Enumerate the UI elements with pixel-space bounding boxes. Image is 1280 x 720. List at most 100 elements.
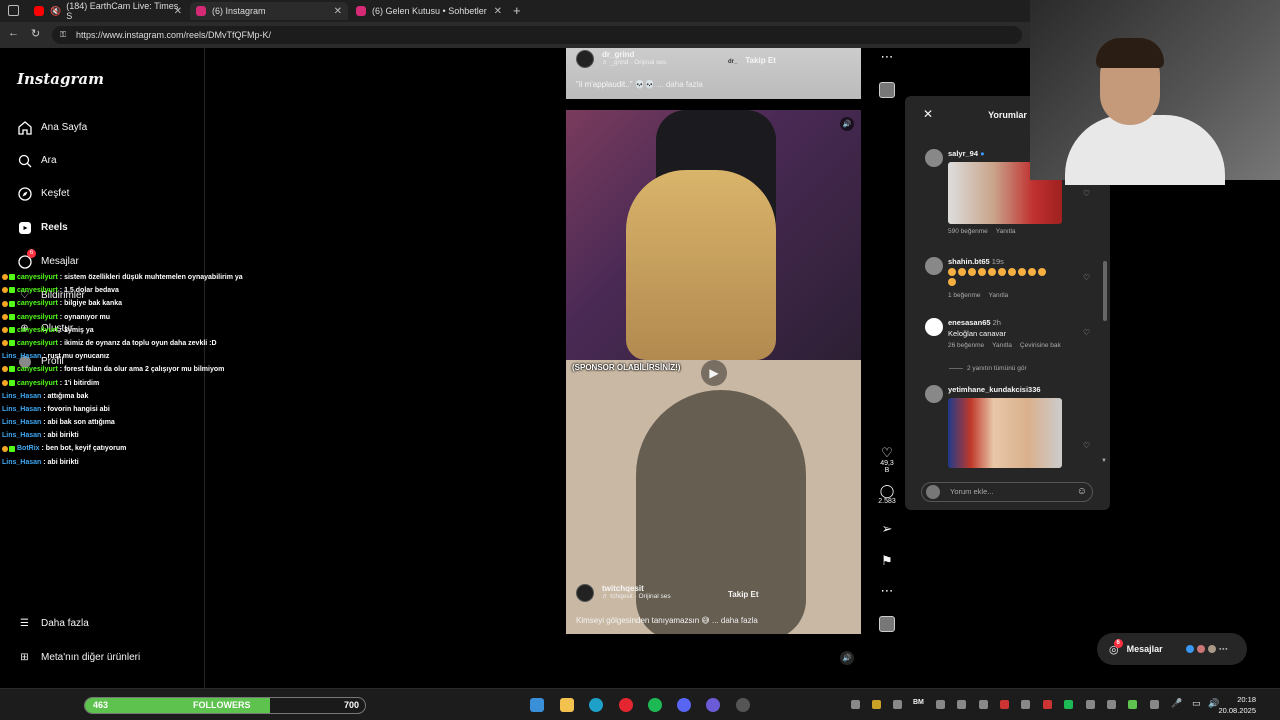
audio-thumbnail[interactable]: [877, 82, 897, 98]
file-explorer-icon[interactable]: [560, 698, 574, 712]
comment-button[interactable]: ◯ 2.583: [877, 484, 897, 506]
emoji-picker-icon[interactable]: ☺: [1077, 483, 1087, 501]
url-field[interactable]: ⚿ https://www.instagram.com/reels/DMvTfQ…: [52, 26, 1022, 44]
discord-icon[interactable]: [677, 698, 691, 712]
tray-icon[interactable]: [893, 700, 902, 709]
save-button[interactable]: ⚑: [877, 554, 897, 568]
new-tab-icon[interactable]: +: [513, 3, 521, 18]
view-replies-link[interactable]: 2 yanıtın tümünü gör: [949, 365, 1027, 372]
nav-messages[interactable]: 6 Mesajlar: [17, 249, 79, 269]
nav-meta-products[interactable]: ⊞ Meta'nın diğer ürünleri: [17, 650, 140, 665]
refresh-icon[interactable]: ↻: [31, 27, 40, 40]
tray-icon[interactable]: [1107, 700, 1116, 709]
more-link[interactable]: ... daha fazla: [712, 616, 758, 625]
play-icon[interactable]: ▶: [701, 360, 727, 386]
comment-likes[interactable]: 26 beğenme: [948, 342, 984, 349]
tray-icon[interactable]: [1000, 700, 1009, 709]
send-icon: ➢: [881, 521, 893, 536]
avatar[interactable]: [925, 385, 943, 403]
reel-current[interactable]: 🔊 (SPONSOR OLABİLİRSİNİZ!) ▶ twitchqesit…: [566, 110, 861, 634]
tab-earthcam[interactable]: 🔇 (184) EarthCam Live: Times S ✕: [28, 1, 188, 21]
comment-heart-icon[interactable]: ♡: [1083, 189, 1090, 198]
comment-image[interactable]: [948, 398, 1062, 468]
nav-explore[interactable]: Keşfet: [17, 186, 69, 201]
comment-heart-icon[interactable]: ♡: [1083, 441, 1090, 450]
app-icon[interactable]: [736, 698, 750, 712]
translate-button[interactable]: Çevirisine bak: [1020, 342, 1061, 349]
close-tab-icon[interactable]: ✕: [334, 6, 342, 17]
reel-caption[interactable]: Kimseyi gölgesinden tanıyamazsın 😅 ... d…: [576, 616, 758, 625]
microphone-icon[interactable]: 🎤: [1171, 698, 1182, 709]
windows-start-icon[interactable]: [530, 698, 544, 712]
reply-button[interactable]: Yanıtla: [992, 342, 1012, 349]
volume-icon[interactable]: 🔊: [840, 651, 854, 665]
reel-audio[interactable]: ♬ tchqesit · Orijinal ses: [602, 593, 671, 600]
instagram-logo[interactable]: Instagram: [17, 70, 104, 88]
reel-author[interactable]: dr_grind ♬ _grind · Orijinal ses: [576, 50, 666, 68]
system-clock[interactable]: 20:18 20.08.2025: [1218, 694, 1256, 716]
mute-tab-icon[interactable]: 🔇: [50, 6, 61, 17]
more-link[interactable]: ... daha fazla: [657, 80, 703, 89]
nav-search[interactable]: Ara: [17, 153, 57, 168]
tray-icon[interactable]: [1021, 700, 1030, 709]
close-tab-icon[interactable]: ✕: [494, 6, 502, 17]
tray-icon[interactable]: [851, 700, 860, 709]
more-options-icon[interactable]: ⋯: [877, 584, 897, 598]
edge-browser-icon[interactable]: [589, 698, 603, 712]
reel-username[interactable]: dr_grind: [602, 50, 666, 59]
nav-home[interactable]: Ana Sayfa: [17, 120, 87, 135]
tray-language[interactable]: BM: [913, 699, 924, 706]
tray-icon[interactable]: [979, 700, 988, 709]
like-button[interactable]: ♡ 49,3 B: [877, 446, 897, 475]
share-button[interactable]: ➢: [877, 522, 897, 536]
tray-icon[interactable]: [1086, 700, 1095, 709]
tray-icon[interactable]: [872, 700, 881, 709]
tray-icon[interactable]: [1150, 700, 1159, 709]
tray-icon[interactable]: [1128, 700, 1137, 709]
comments-scrollbar[interactable]: [1103, 261, 1107, 321]
comment-likes[interactable]: 590 beğenme: [948, 228, 988, 235]
comment-username[interactable]: yetimhane_kundakcisi336: [948, 385, 1088, 394]
window-menu-icon[interactable]: [8, 5, 19, 16]
avatar[interactable]: [576, 584, 594, 602]
comment-heart-icon[interactable]: ♡: [1083, 328, 1090, 337]
close-tab-icon[interactable]: ✕: [174, 6, 182, 17]
comment-likes[interactable]: 1 beğenme: [948, 292, 981, 299]
back-icon[interactable]: ←: [8, 27, 19, 39]
volume-icon[interactable]: 🔊: [840, 117, 854, 131]
audio-thumbnail[interactable]: [877, 616, 897, 632]
network-icon[interactable]: ▭: [1192, 698, 1201, 709]
reel-username[interactable]: twitchqesit: [602, 584, 671, 593]
nav-reels[interactable]: Reels: [17, 220, 68, 235]
spotify-icon[interactable]: [648, 698, 662, 712]
avatar[interactable]: [925, 257, 943, 275]
reply-button[interactable]: Yanıtla: [996, 228, 1016, 235]
reel-author[interactable]: twitchqesit ♬ tchqesit · Orijinal ses: [576, 584, 671, 602]
tray-icon[interactable]: [936, 700, 945, 709]
scroll-down-icon[interactable]: ▼: [1101, 458, 1107, 464]
follow-button[interactable]: dr_ Takip Et: [728, 56, 776, 65]
reel-caption[interactable]: "il m'applaudit.." 💀💀 ... daha fazla: [576, 80, 703, 89]
comment-username[interactable]: enesasan65 2h: [948, 318, 1088, 327]
reel-options-icon[interactable]: ⋯: [877, 50, 897, 64]
tab-inbox[interactable]: (6) Gelen Kutusu • Sohbetler ✕: [350, 2, 508, 20]
site-info-icon[interactable]: ⚿: [60, 26, 66, 44]
comment-username[interactable]: shahin.bt65 19s: [948, 257, 1088, 266]
comment-heart-icon[interactable]: ♡: [1083, 273, 1090, 282]
tray-icon[interactable]: [1043, 700, 1052, 709]
tray-icon[interactable]: [957, 700, 966, 709]
avatar[interactable]: [925, 149, 943, 167]
reel-audio[interactable]: ♬ _grind · Orijinal ses: [602, 59, 666, 66]
opera-icon[interactable]: [619, 698, 633, 712]
obs-icon[interactable]: [706, 698, 720, 712]
reply-button[interactable]: Yanıtla: [989, 292, 1009, 299]
nav-more[interactable]: ☰ Daha fazla: [17, 616, 89, 631]
comment-input[interactable]: Yorum ekle... ☺: [921, 482, 1093, 502]
avatar[interactable]: [576, 50, 594, 68]
tab-instagram[interactable]: (6) Instagram ✕: [190, 2, 348, 20]
avatar[interactable]: [925, 318, 943, 336]
tray-icon[interactable]: [1064, 700, 1073, 709]
follow-button[interactable]: Takip Et: [728, 590, 759, 599]
reel-previous[interactable]: dr_grind ♬ _grind · Orijinal ses dr_ Taki…: [566, 48, 861, 99]
messages-pill[interactable]: ◎ 6 Mesajlar ⋯: [1097, 633, 1247, 665]
